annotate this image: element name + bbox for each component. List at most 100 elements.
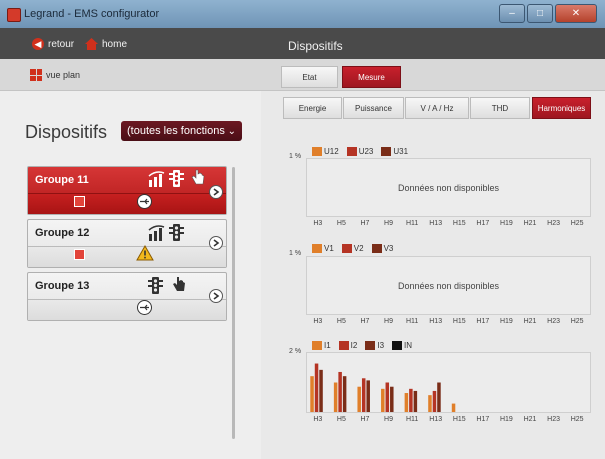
x-axis-labels: H3 H5 H7 H9 H11 H13 H15 H17 H19 H21 H23 H25 [306,318,589,325]
device-group-12[interactable]: Groupe 12 [27,219,227,268]
tab-mesure[interactable]: Mesure [342,66,401,88]
x-tick-label: H9 [384,318,393,325]
bar-I3-H3 [319,369,323,412]
x-tick-label: H13 [429,318,443,325]
x-tick-label: H19 [499,220,513,227]
plot-area: Données non disponibles [306,256,591,315]
bar-I2-H3 [314,363,319,412]
x-tick-label: H21 [523,416,537,423]
group-11-open-button[interactable] [209,185,223,199]
group-name: Groupe 12 [35,227,90,239]
x-tick-label: H5 [336,318,346,325]
x-tick-label: H5 [336,220,346,227]
home-icon [85,38,98,50]
device-list-scrollbar[interactable] [232,167,235,439]
device-list-heading: Dispositifs [25,122,108,142]
x-tick-label: H7 [360,318,370,325]
bar-I2-H13 [432,390,437,412]
hand-icon [173,277,185,291]
x-tick-label: H19 [499,416,513,423]
legend-item: U31 [381,147,408,156]
group-13-open-button[interactable] [209,289,223,303]
close-button[interactable]: ✕ [555,4,597,23]
function-filter-select[interactable]: (toutes les fonctions ⌄ [121,121,242,141]
device-group-13[interactable]: Groupe 13 [27,272,227,321]
bar-I2-H5 [338,371,342,412]
traffic-light-icon [148,277,163,294]
tab-thd[interactable]: THD [470,97,530,119]
x-tick-label: H21 [523,220,537,227]
legend-item: I2 [338,341,357,350]
x-tick-label: H15 [452,220,466,227]
x-tick-label: H7 [360,416,370,423]
chevron-right-icon [213,239,220,247]
x-tick-label: H3 [313,318,323,325]
plot-area: Données non disponibles [306,158,591,217]
y-tick-label: 1 % [289,250,302,257]
x-tick-label: H17 [476,318,490,325]
x-tick-label: H11 [405,318,419,325]
window-title: Legrand - EMS configurator [24,8,160,20]
bar-I3-H13 [437,382,441,412]
plot-area [306,352,591,413]
x-tick-label: H25 [570,318,584,325]
title-bar: Legrand - EMS configurator – □ ✕ [0,0,605,29]
back-label: retour [48,38,75,50]
bar-I1-H13 [428,395,432,412]
legend-item: V1 [312,244,334,253]
x-tick-label: H25 [570,416,584,423]
legend-item: V3 [371,244,393,253]
bar-I2-H9 [385,382,390,412]
no-data-message: Données non disponibles [397,281,500,291]
bar-I1-H11 [404,393,409,412]
home-label: home [102,38,128,50]
tab-energie[interactable]: Energie [283,97,342,119]
alert-square-icon [74,196,85,207]
meter-icon [148,171,165,187]
bar-I3-H5 [342,376,347,412]
tab-etat[interactable]: Etat [281,66,338,88]
back-button[interactable]: ◀ retour [32,38,74,50]
x-tick-label: H21 [523,318,537,325]
x-tick-label: H13 [429,416,443,423]
bar-I1-H15 [451,403,456,412]
x-tick-label: H5 [336,416,346,423]
y-tick-label: 2 % [289,348,302,355]
traffic-light-icon [169,224,184,241]
traffic-light-icon [169,170,184,187]
chevron-down-icon: ⌄ [227,125,236,137]
x-tick-label: H7 [360,220,370,227]
grid-icon [30,69,42,81]
chevron-right-icon [213,292,220,300]
legend-item: IN [392,341,412,350]
hand-icon [191,169,205,185]
x-tick-label: H23 [547,220,560,227]
app-icon [7,8,21,22]
plan-view-button[interactable]: vue plan [30,69,80,81]
bar-I1-H5 [333,382,338,412]
home-button[interactable]: home [85,38,127,50]
back-arrow-icon: ◀ [32,38,44,50]
maximize-button[interactable]: □ [527,4,553,23]
x-tick-label: H3 [313,416,323,423]
alert-square-icon [74,249,85,260]
warning-triangle-icon [136,245,154,261]
x-tick-label: H15 [452,318,466,325]
minimize-button[interactable]: – [499,4,525,23]
x-tick-label: H13 [429,220,443,227]
group-12-open-button[interactable] [209,236,223,250]
x-tick-label: H19 [499,318,513,325]
x-tick-label: H9 [384,416,393,423]
tab-vahz[interactable]: V / A / Hz [405,97,469,119]
no-data-message: Données non disponibles [397,183,500,193]
bar-I1-H9 [381,388,385,412]
tab-puissance[interactable]: Puissance [343,97,404,119]
meter-icon [148,225,165,241]
x-tick-label: H15 [452,416,466,423]
x-tick-label: H17 [476,220,490,227]
tab-harmoniques[interactable]: Harmoniques [532,97,591,119]
legend-item: I3 [365,341,384,350]
y-tick-label: 1 % [289,153,302,160]
x-tick-label: H11 [405,416,419,423]
bar-I2-H7 [361,378,366,412]
